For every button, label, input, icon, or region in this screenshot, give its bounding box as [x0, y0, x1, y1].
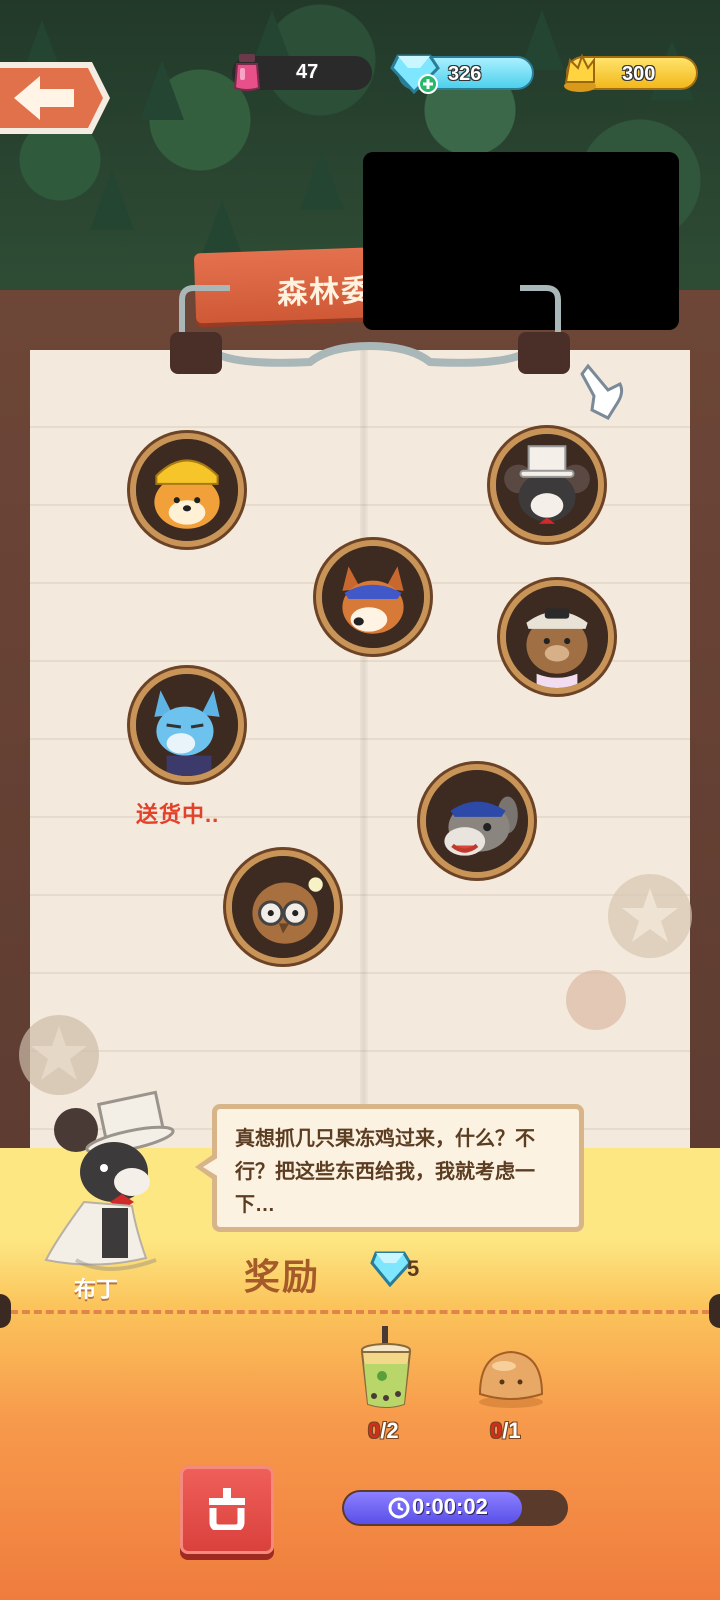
- gem-add-icon[interactable]: [390, 48, 440, 94]
- abandon-icon: [209, 1488, 245, 1530]
- reward-label: 奖励: [244, 1256, 321, 1297]
- star-decoration: [19, 1015, 99, 1095]
- npc-dialogue-bubble: 真想抓几只果冻鸡过来，什么？不行？把这些东西给我，我就考虑一下…: [195, 1104, 584, 1232]
- character-shiba-portrait[interactable]: [130, 433, 244, 547]
- bubble-tea-icon[interactable]: [358, 1326, 414, 1410]
- bubble-tea-count: 0/2: [368, 1418, 399, 1443]
- donkey-icon: [426, 770, 528, 872]
- ink-count: 47: [296, 61, 319, 83]
- npc-mouse-avatar: [44, 1090, 175, 1271]
- gold-count: 300: [622, 63, 656, 85]
- character-mouse-portrait[interactable]: [490, 428, 604, 542]
- mouse-tophat-icon: [496, 434, 598, 536]
- abandon-quest-button[interactable]: [180, 1466, 274, 1554]
- bear-icon: [506, 586, 608, 688]
- gold-coin-icon: [564, 53, 596, 92]
- clock-icon: [388, 1497, 410, 1519]
- character-wolf-portrait[interactable]: [130, 668, 244, 782]
- hand-pointer-icon: [580, 363, 624, 420]
- character-owl-portrait[interactable]: [226, 850, 340, 964]
- quest-timer: 0:00:02: [342, 1490, 568, 1526]
- delivering-status: 送货中..: [136, 802, 220, 827]
- gem-count: 326: [448, 63, 482, 85]
- character-bear-portrait[interactable]: [500, 580, 614, 694]
- character-corgi-portrait[interactable]: [316, 540, 430, 654]
- star-decoration: [566, 874, 692, 1030]
- back-button[interactable]: [0, 58, 112, 138]
- bread-icon[interactable]: [474, 1346, 548, 1408]
- panel-notch-right: [709, 1294, 720, 1328]
- ink-bottle-icon: [233, 54, 261, 91]
- paper-clip: [170, 285, 570, 374]
- npc-name: 布丁: [74, 1277, 119, 1302]
- character-donkey-portrait[interactable]: [420, 764, 534, 878]
- owl-icon: [232, 856, 334, 958]
- shiba-icon: [136, 439, 238, 541]
- reward-gem-icon: [370, 1251, 412, 1287]
- corgi-icon: [322, 546, 424, 648]
- wolf-icon: [136, 674, 238, 776]
- timer-value: 0:00:02: [412, 1494, 488, 1519]
- npc-dialogue-text: 真想抓几只果冻鸡过来，什么？不行？把这些东西给我，我就考虑一下…: [235, 1128, 535, 1216]
- back-arrow-icon: [0, 62, 110, 134]
- panel-divider: [10, 1310, 710, 1314]
- bread-count: 0/1: [490, 1418, 521, 1443]
- reward-gem-count: 5: [407, 1256, 420, 1281]
